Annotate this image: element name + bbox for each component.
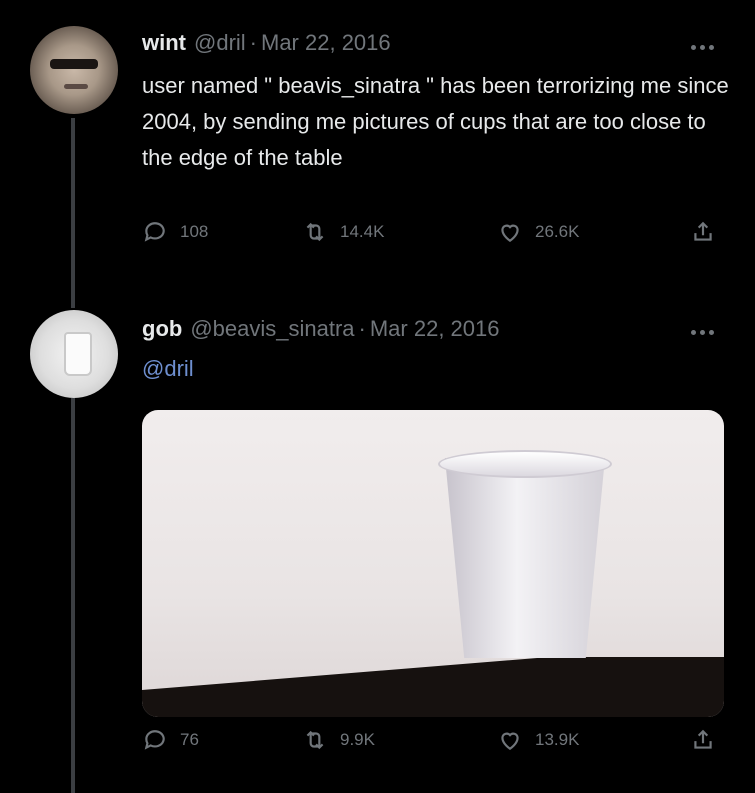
header-separator: ·	[249, 30, 257, 55]
avatar[interactable]	[30, 26, 118, 114]
reply-button[interactable]: 108	[142, 219, 208, 245]
tweet-text: user named " beavis_sinatra " has been t…	[142, 73, 729, 170]
retweet-arrows-icon	[306, 222, 324, 242]
retweet-arrows-icon	[306, 730, 324, 750]
tweet-date[interactable]: Mar 22, 2016	[261, 30, 391, 56]
table-edge	[142, 657, 724, 717]
tweet-image[interactable]	[142, 410, 724, 717]
tweet-date[interactable]: Mar 22, 2016	[370, 316, 500, 342]
retweet-button[interactable]: 14.4K	[302, 219, 384, 245]
display-name[interactable]: gob	[142, 316, 182, 342]
mention-link[interactable]: @dril	[142, 356, 194, 382]
avatar-mouth	[64, 84, 88, 89]
display-name[interactable]: wint	[142, 30, 186, 56]
tweet-header: gob @beavis_sinatra · Mar 22, 2016	[142, 316, 500, 342]
share-icon	[694, 221, 712, 241]
avatar[interactable]	[30, 310, 118, 398]
like-button[interactable]: 13.9K	[497, 727, 579, 753]
reply-button[interactable]: 76	[142, 727, 199, 753]
tweet[interactable]: gob @beavis_sinatra · Mar 22, 2016 @dril…	[0, 300, 755, 793]
like-count: 13.9K	[535, 730, 580, 749]
like-button[interactable]: 26.6K	[497, 219, 579, 245]
speech-bubble-icon	[144, 222, 165, 242]
speech-bubble-icon	[144, 730, 165, 750]
heart-icon	[501, 732, 519, 750]
avatar-cup	[64, 332, 92, 376]
avatar-glasses	[50, 59, 98, 69]
user-handle[interactable]: @dril	[194, 30, 246, 56]
share-icon	[694, 729, 712, 749]
cup-rim	[438, 450, 612, 478]
user-handle[interactable]: @beavis_sinatra	[190, 316, 354, 342]
more-options-icon[interactable]	[691, 325, 719, 339]
header-separator: ·	[358, 316, 366, 341]
retweet-count: 14.4K	[340, 222, 385, 241]
reply-count: 76	[180, 730, 199, 749]
heart-icon	[501, 224, 519, 242]
like-count: 26.6K	[535, 222, 580, 241]
tweet[interactable]: wint @dril · Mar 22, 2016 user named " b…	[0, 0, 755, 300]
more-options-icon[interactable]	[691, 40, 719, 54]
tweet-header: wint @dril · Mar 22, 2016	[142, 30, 391, 56]
retweet-count: 9.9K	[340, 730, 375, 749]
share-button[interactable]	[690, 219, 716, 245]
share-button[interactable]	[690, 727, 716, 753]
reply-count: 108	[180, 222, 209, 241]
cup-body	[445, 458, 605, 658]
retweet-button[interactable]: 9.9K	[302, 727, 375, 753]
